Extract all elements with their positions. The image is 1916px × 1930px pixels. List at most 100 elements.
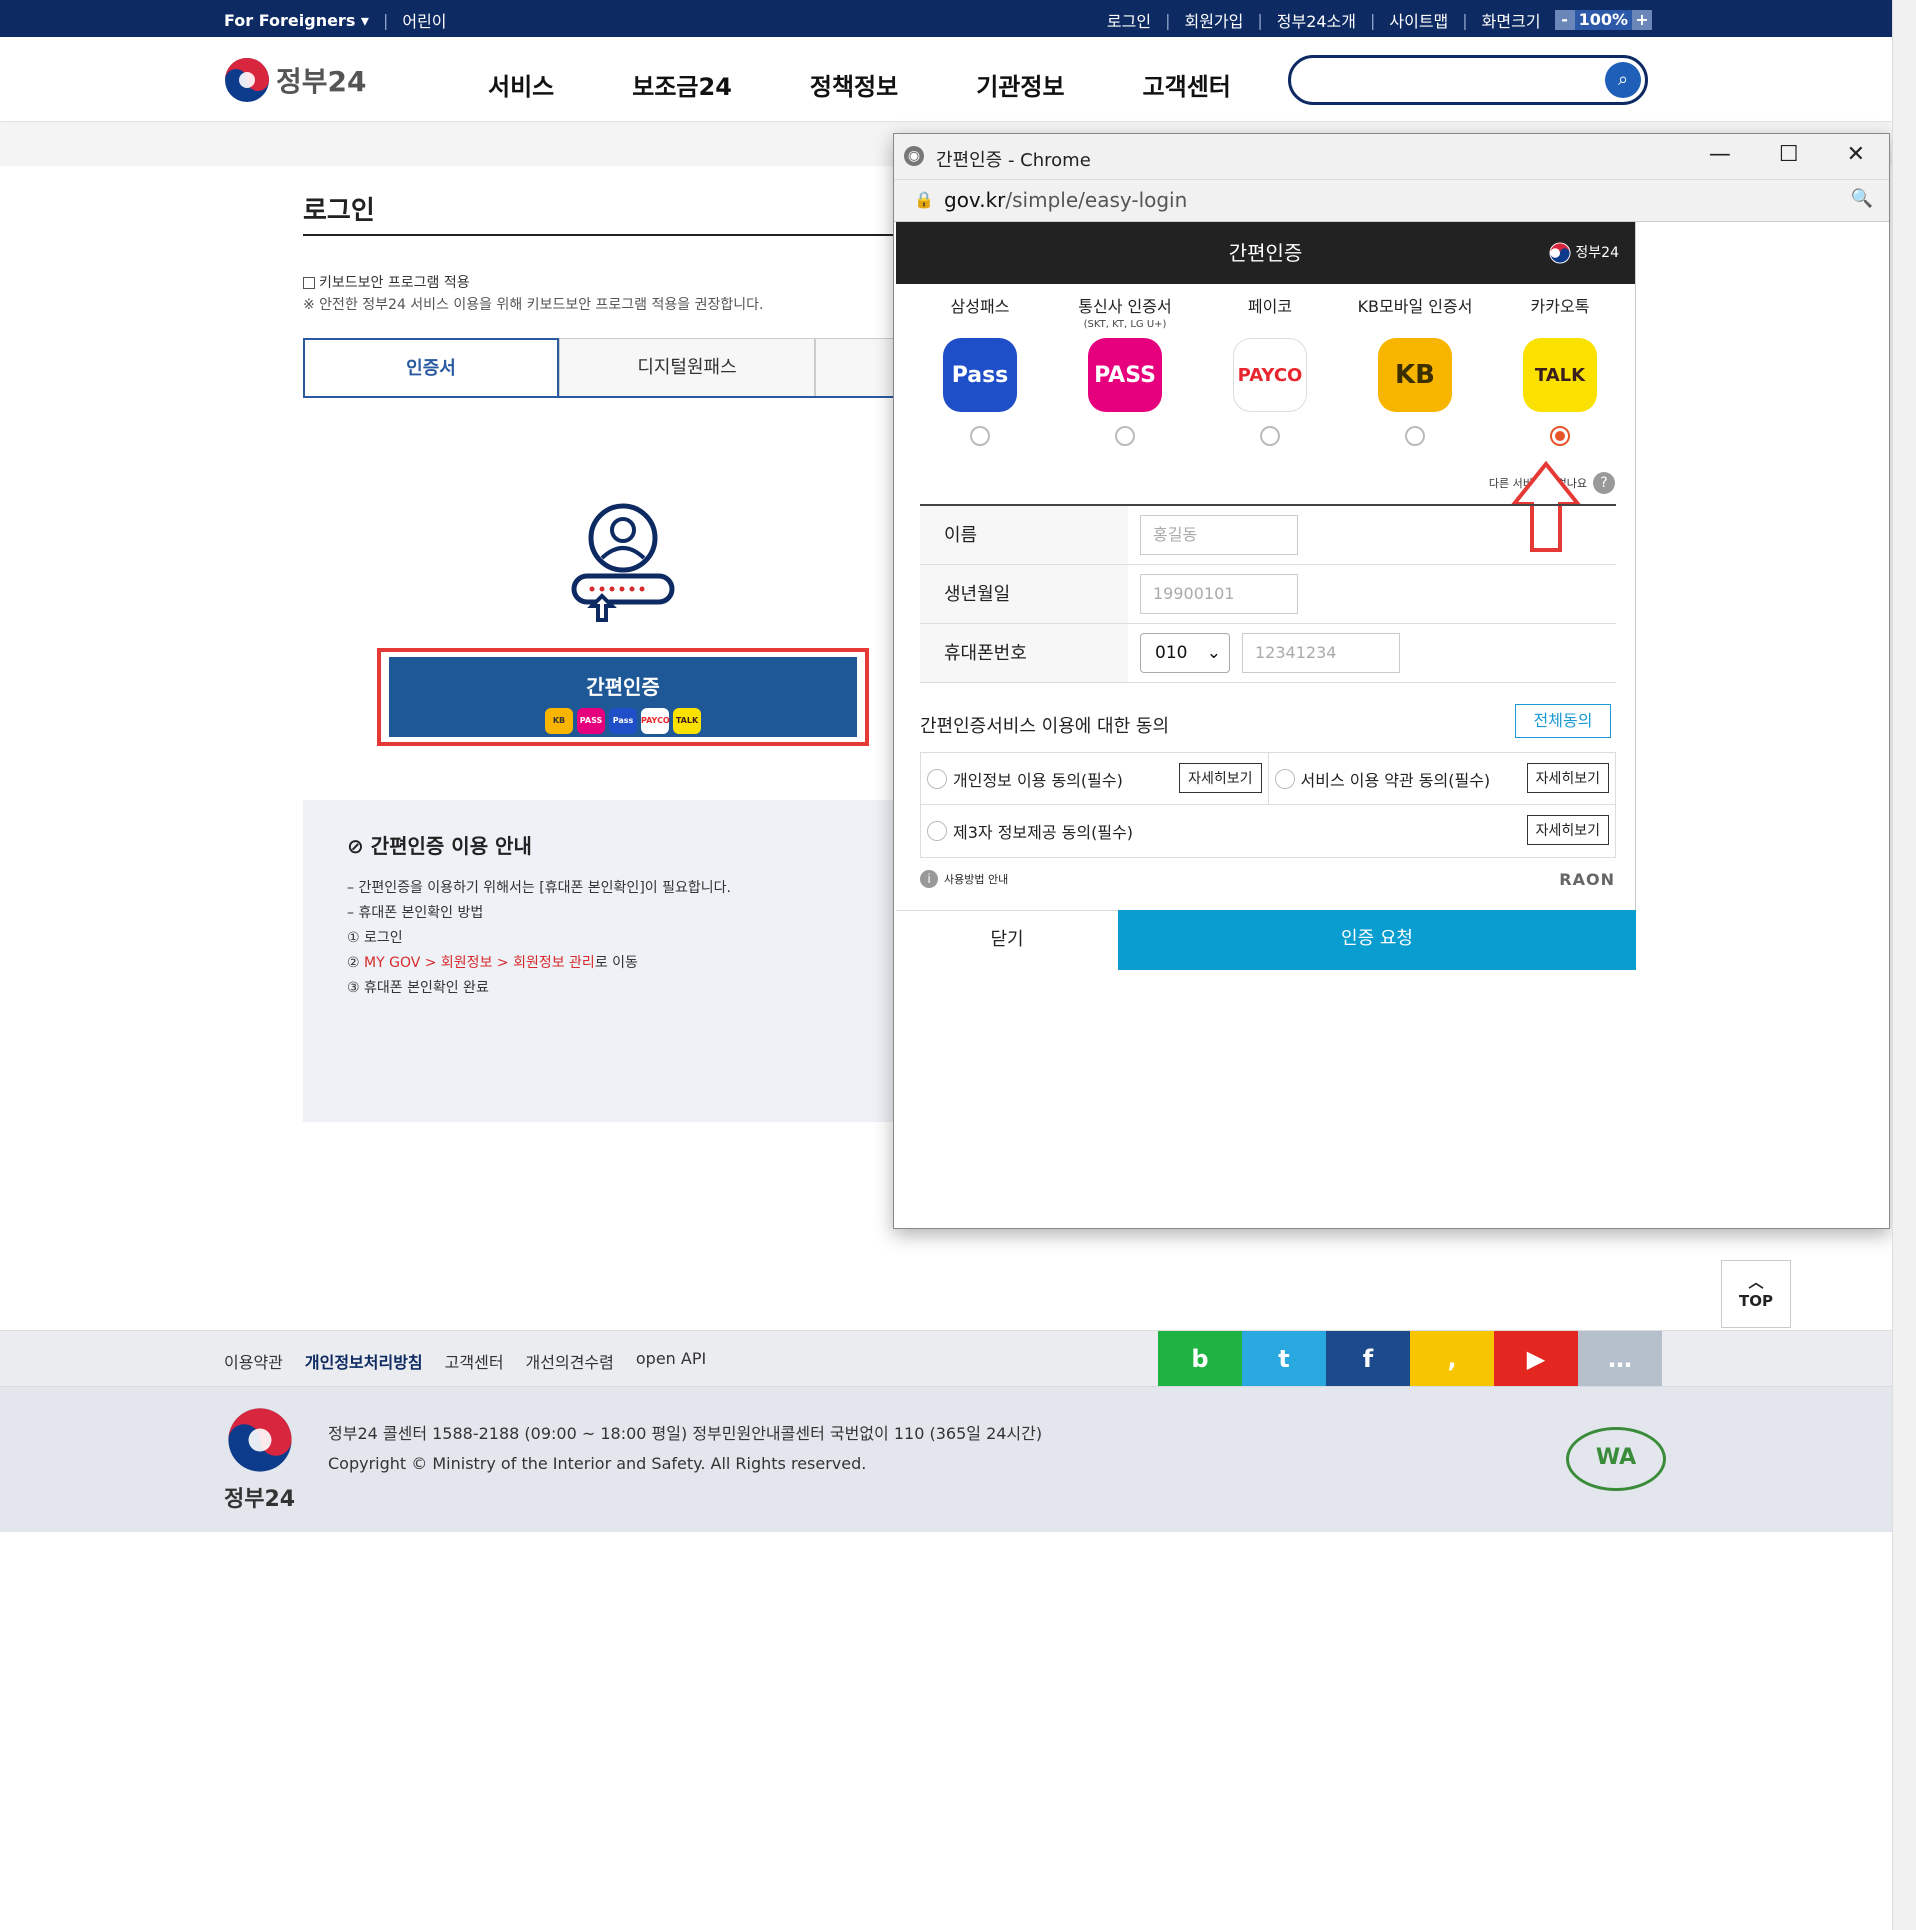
- popup-logo-text: 정부24: [1575, 245, 1619, 261]
- agreement-radio[interactable]: [1274, 768, 1295, 789]
- provider-radio[interactable]: [1405, 426, 1425, 446]
- footer-link-open-api[interactable]: open API: [636, 1349, 706, 1373]
- popup-header: 간편인증 정부24: [896, 222, 1635, 284]
- about-link[interactable]: 정부24소개: [1277, 8, 1356, 32]
- detail-button[interactable]: 자세히보기: [1526, 815, 1609, 845]
- footer-link-terms[interactable]: 이용약관: [224, 1349, 283, 1373]
- birth-field[interactable]: 19900101: [1140, 574, 1298, 614]
- footer-link-feedback[interactable]: 개선의견수렴: [526, 1349, 614, 1373]
- guide-line: – 휴대폰 본인확인 방법: [347, 905, 484, 921]
- site-logo[interactable]: 정부24: [224, 57, 367, 103]
- popup-url[interactable]: gov.kr/simple/easy-login: [944, 188, 1187, 212]
- sitemap-link[interactable]: 사이트맵: [1389, 8, 1448, 32]
- page-scrollbar[interactable]: [1892, 0, 1916, 1930]
- check-circle-icon: ⊘: [347, 834, 371, 858]
- provider-name-text: 통신사 인증서: [1078, 297, 1172, 316]
- zoom-in-button[interactable]: +: [1632, 10, 1652, 30]
- provider-telecom-pass[interactable]: 통신사 인증서 (SKT, KT, LG U+) PASS: [1065, 298, 1185, 446]
- scroll-top-button[interactable]: ︿ TOP: [1721, 1260, 1791, 1328]
- keyboard-security-checkbox[interactable]: [303, 277, 315, 289]
- taegeuk-logo-icon: [1549, 242, 1571, 264]
- keyboard-security-note: ※ 안전한 정부24 서비스 이용을 위해 키보드보안 프로그램 적용을 권장합…: [303, 297, 764, 313]
- howto-guide-link[interactable]: i 사용방법 안내: [920, 870, 1008, 888]
- site-footer: 정부24 정부24 콜센터 1588-2188 (09:00 ~ 18:00 평…: [0, 1386, 1892, 1532]
- nav-agency[interactable]: 기관정보: [976, 67, 1064, 102]
- zoom-out-button[interactable]: -: [1554, 10, 1575, 30]
- detail-button[interactable]: 자세히보기: [1526, 763, 1609, 793]
- help-icon[interactable]: ?: [1593, 472, 1615, 494]
- popup-content: 간편인증 정부24 삼성패스 Pass 통신사 인증서 (SKT, KT, LG …: [896, 222, 1636, 970]
- provider-radio[interactable]: [970, 426, 990, 446]
- agreement-label: 개인정보 이용 동의(필수): [953, 770, 1123, 790]
- raon-logo: RAON: [1559, 870, 1615, 889]
- keyboard-security-label: 키보드보안 프로그램 적용: [319, 275, 470, 291]
- agree-all-button[interactable]: 전체동의: [1515, 704, 1611, 738]
- step-number: ②: [347, 955, 365, 971]
- kakao-story-icon[interactable]: ,: [1410, 1331, 1494, 1387]
- signup-link[interactable]: 회원가입: [1184, 8, 1243, 32]
- provider-samsung-pass[interactable]: 삼성패스 Pass: [920, 298, 1040, 446]
- agreement-radio[interactable]: [927, 768, 947, 789]
- chat-icon[interactable]: …: [1578, 1331, 1662, 1387]
- blog-icon[interactable]: b: [1158, 1331, 1242, 1387]
- agreement-title: 간편인증서비스 이용에 대한 동의: [920, 716, 1170, 737]
- name-field[interactable]: 홍길동: [1140, 515, 1298, 555]
- nav-policy[interactable]: 정책정보: [810, 67, 898, 102]
- minimize-button[interactable]: —: [1709, 142, 1731, 167]
- provider-radio[interactable]: [1115, 426, 1135, 446]
- close-popup-button[interactable]: 닫기: [896, 910, 1118, 970]
- auth-request-button[interactable]: 인증 요청: [1118, 910, 1636, 970]
- phone-row: 휴대폰번호 010 ⌄ 12341234: [920, 624, 1616, 683]
- main-nav: 서비스 보조금24 정책정보 기관정보 고객센터: [488, 67, 1231, 102]
- footer-link-customer-center[interactable]: 고객센터: [445, 1349, 504, 1373]
- search-input[interactable]: ⌕: [1288, 55, 1648, 105]
- web-accessibility-mark: WA: [1566, 1427, 1666, 1491]
- agreement-item: 서비스 이용 약관 동의(필수) 자세히보기: [1267, 753, 1616, 804]
- guide-items: – 간편인증을 이용하기 위해서는 [휴대폰 본인확인]이 필요합니다. – 휴…: [347, 876, 731, 1001]
- footer-info: 정부24 콜센터 1588-2188 (09:00 ~ 18:00 평일) 정부…: [328, 1419, 1042, 1479]
- samsung-pass-icon: Pass: [609, 708, 637, 734]
- children-link[interactable]: 어린이: [402, 8, 446, 32]
- provider-kb-mobile[interactable]: KB모바일 인증서 KB: [1355, 298, 1475, 446]
- my-gov-path-link[interactable]: MY GOV > 회원정보 > 회원정보 관리: [364, 955, 595, 971]
- kb-icon: KB: [545, 708, 573, 734]
- easy-auth-popup-window: ◉ 간편인증 - Chrome — ☐ ✕ 🔒 gov.kr/simple/ea…: [893, 133, 1890, 1229]
- youtube-icon[interactable]: ▶: [1494, 1331, 1578, 1387]
- guide-line-text: 간편인증을 이용하기 위해서는 [휴대폰 본인확인]이 필요합니다.: [358, 880, 731, 896]
- separator: |: [1462, 10, 1468, 30]
- popup-header-title: 간편인증: [1228, 241, 1303, 265]
- user-info-form: 이름 홍길동 생년월일 19900101 휴대폰번호 010 ⌄ 12341234: [920, 504, 1616, 683]
- tab-digital-onepass[interactable]: 디지털원패스: [559, 338, 815, 398]
- detail-button[interactable]: 자세히보기: [1179, 763, 1262, 793]
- agreement-label: 서비스 이용 약관 동의(필수): [1300, 770, 1491, 790]
- nav-customer-center[interactable]: 고객센터: [1143, 67, 1231, 102]
- maximize-button[interactable]: ☐: [1779, 142, 1799, 167]
- url-path: /simple/easy-login: [1005, 188, 1188, 212]
- taegeuk-logo-icon: [227, 1408, 292, 1472]
- keyboard-security-option[interactable]: 키보드보안 프로그램 적용: [303, 272, 470, 292]
- tab-certificate[interactable]: 인증서: [303, 338, 559, 398]
- nav-services[interactable]: 서비스: [488, 67, 554, 102]
- nav-subsidy[interactable]: 보조금24: [632, 67, 732, 102]
- phone-label: 휴대폰번호: [920, 624, 1128, 682]
- phone-prefix-select[interactable]: 010 ⌄: [1140, 633, 1230, 673]
- close-button[interactable]: ✕: [1847, 142, 1865, 167]
- phone-prefix-value: 010: [1155, 643, 1188, 663]
- provider-radio[interactable]: [1260, 426, 1280, 446]
- utility-bar: For Foreigners ▾ | 어린이 로그인 | 회원가입 | 정부24…: [0, 0, 1892, 37]
- for-foreigners-link[interactable]: For Foreigners ▾: [224, 11, 369, 30]
- zoom-icon[interactable]: 🔍: [1851, 188, 1873, 209]
- easy-auth-button[interactable]: 간편인증 KB PASS Pass PAYCO TALK: [389, 657, 857, 737]
- provider-payco[interactable]: 페이코 PAYCO: [1210, 298, 1330, 446]
- social-links: b t f , ▶ …: [1158, 1331, 1662, 1387]
- agreement-radio[interactable]: [927, 821, 947, 841]
- footer-link-privacy[interactable]: 개인정보처리방침: [305, 1349, 423, 1373]
- facebook-icon[interactable]: f: [1326, 1331, 1410, 1387]
- search-icon[interactable]: ⌕: [1605, 62, 1641, 98]
- login-link[interactable]: 로그인: [1107, 8, 1151, 32]
- twitter-icon[interactable]: t: [1242, 1331, 1326, 1387]
- provider-kakao-talk[interactable]: 카카오톡 TALK: [1500, 298, 1620, 446]
- provider-radio-selected[interactable]: [1550, 426, 1570, 446]
- guide-step: ① 로그인: [347, 930, 403, 946]
- phone-field[interactable]: 12341234: [1242, 633, 1400, 673]
